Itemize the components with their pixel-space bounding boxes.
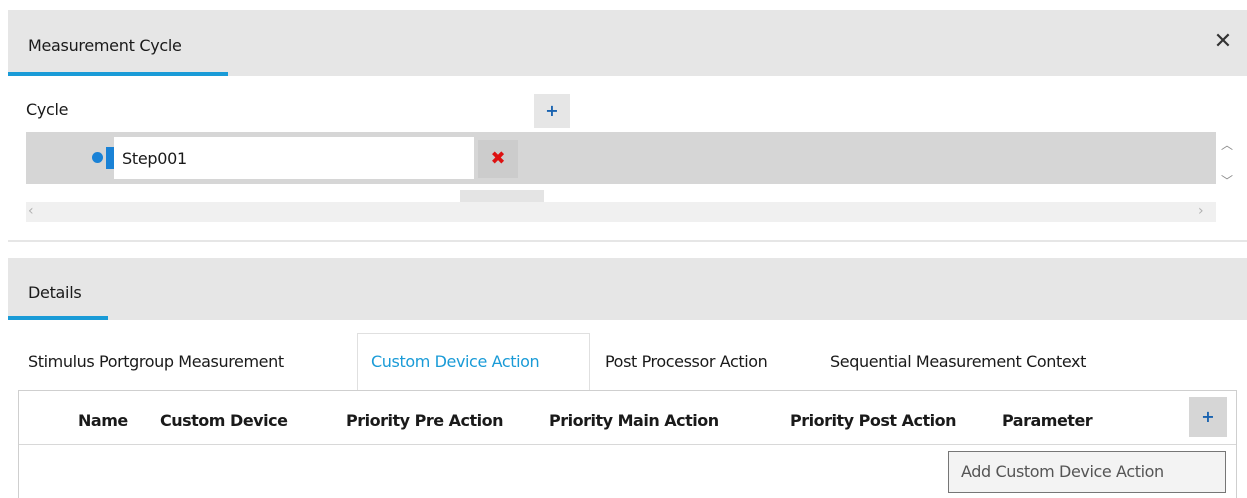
tab-underline xyxy=(8,72,228,76)
panel-title: Measurement Cycle xyxy=(28,36,182,55)
add-custom-device-action-button[interactable]: + xyxy=(1189,397,1227,437)
vertical-scrollbar[interactable]: ︿ ﹀ xyxy=(1216,130,1238,202)
scroll-right-icon[interactable]: › xyxy=(1198,203,1204,219)
dot-icon xyxy=(92,152,103,163)
scroll-up-icon[interactable]: ︿ xyxy=(1216,136,1238,153)
next-row-peek xyxy=(460,190,544,202)
tab-underline xyxy=(8,316,108,320)
column-header-priority-pre-action[interactable]: Priority Pre Action xyxy=(346,411,504,430)
tooltip: Add Custom Device Action xyxy=(948,451,1226,493)
tab-post-processor-action[interactable]: Post Processor Action xyxy=(605,352,768,371)
panel-title-tab[interactable]: Measurement Cycle xyxy=(8,22,228,76)
column-header-priority-main-action[interactable]: Priority Main Action xyxy=(549,411,719,430)
scroll-left-icon[interactable]: ‹ xyxy=(28,203,34,219)
step-name-input[interactable] xyxy=(114,137,474,179)
grid-header: Name Custom Device Priority Pre Action P… xyxy=(19,391,1236,445)
horizontal-scrollbar[interactable]: ‹ › xyxy=(26,202,1216,222)
add-step-button[interactable]: + xyxy=(534,94,570,128)
column-header-parameter[interactable]: Parameter xyxy=(1002,411,1093,430)
details-tab[interactable]: Details xyxy=(8,270,108,320)
column-header-custom-device[interactable]: Custom Device xyxy=(160,411,288,430)
tab-custom-device-action[interactable]: Custom Device Action xyxy=(371,352,540,371)
details-header xyxy=(8,258,1247,320)
divider xyxy=(8,240,1247,242)
column-header-name[interactable]: Name xyxy=(78,411,128,430)
scroll-down-icon[interactable]: ﹀ xyxy=(1216,172,1238,189)
step-row[interactable]: ✖ xyxy=(26,132,1216,184)
column-header-priority-post-action[interactable]: Priority Post Action xyxy=(790,411,956,430)
delete-step-icon[interactable]: ✖ xyxy=(478,140,518,178)
tab-sequential-measurement-context[interactable]: Sequential Measurement Context xyxy=(830,352,1086,371)
cycle-label: Cycle xyxy=(26,100,69,119)
close-icon[interactable]: ✕ xyxy=(1210,28,1236,56)
cycle-list: ✖ ︿ ﹀ ‹ › xyxy=(8,130,1238,228)
details-title: Details xyxy=(28,283,82,302)
tab-stimulus-portgroup-measurement[interactable]: Stimulus Portgroup Measurement xyxy=(28,352,284,371)
